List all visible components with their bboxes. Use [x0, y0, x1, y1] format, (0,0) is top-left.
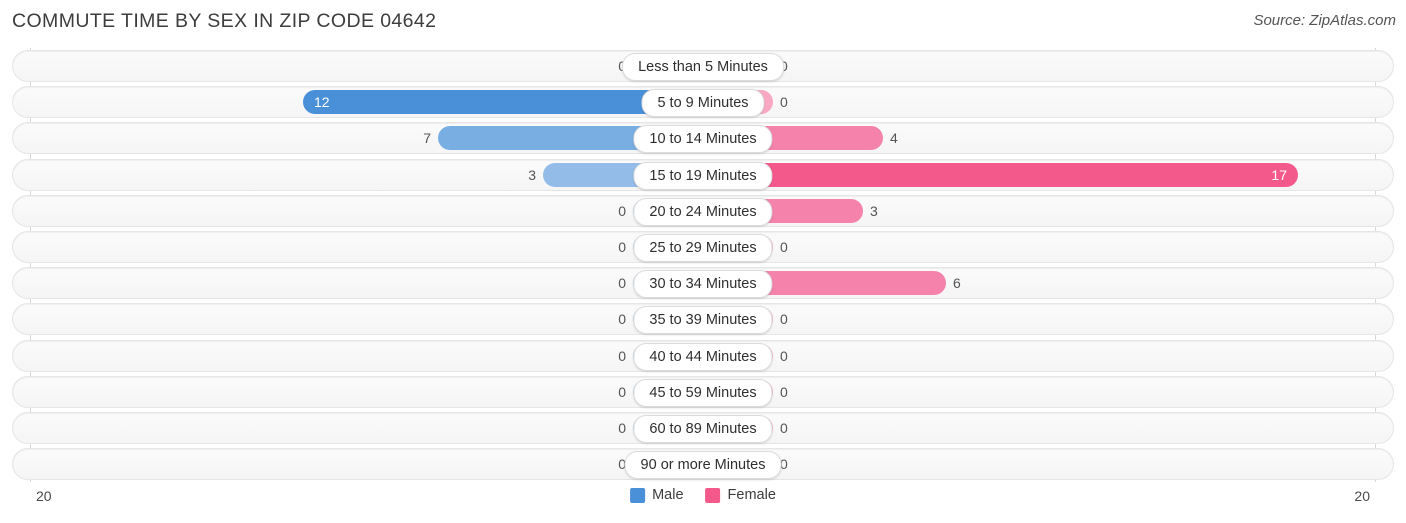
category-label: 25 to 29 Minutes	[633, 234, 773, 262]
page-title: COMMUTE TIME BY SEX IN ZIP CODE 04642	[12, 10, 437, 32]
table-row: 0 0 25 to 29 Minutes	[12, 231, 1394, 263]
category-label: 90 or more Minutes	[624, 451, 782, 480]
bar-value-male: 0	[618, 311, 626, 328]
category-label: 40 to 44 Minutes	[633, 342, 773, 371]
bar-value-male: 7	[423, 130, 431, 147]
legend-item[interactable]: Female	[705, 487, 776, 503]
table-row: 0 0 45 to 59 Minutes	[12, 375, 1394, 408]
legend-swatch-icon	[705, 487, 721, 503]
table-row: 0 0 90 or more Minutes	[12, 448, 1394, 481]
chart-root: COMMUTE TIME BY SEX IN ZIP CODE 04642 So…	[0, 0, 1406, 523]
table-row: 7 4 10 to 14 Minutes	[12, 122, 1394, 155]
table-row: 00Less than 5 Minutes	[12, 50, 1394, 82]
axis-tick-left: 20	[36, 488, 52, 504]
category-label: Less than 5 Minutes	[622, 53, 784, 81]
table-row: 0 6 30 to 34 Minutes	[12, 267, 1394, 300]
category-label: 30 to 34 Minutes	[633, 270, 773, 299]
bar-value-male: 12	[314, 94, 330, 111]
legend-label: Male	[652, 487, 684, 503]
bar-value-female: 0	[780, 311, 788, 328]
bar-female[interactable]: 17	[703, 162, 1298, 187]
table-row: 0 0 40 to 44 Minutes	[12, 339, 1394, 372]
bar-value-female: 0	[780, 383, 788, 400]
bar-value-male: 0	[618, 420, 626, 436]
bar-value-female: 0	[780, 94, 788, 111]
table-row: 0 0 35 to 39 Minutes	[12, 303, 1394, 336]
axis-tick-right: 20	[1354, 488, 1370, 504]
category-label: 20 to 24 Minutes	[633, 197, 773, 226]
table-row: 0 3 20 to 24 Minutes	[12, 194, 1394, 227]
bar-value-male: 0	[618, 275, 626, 292]
bar-value-male: 3	[528, 166, 536, 183]
category-label: 60 to 89 Minutes	[633, 415, 773, 443]
table-row: 3 17 15 to 19 Minutes	[12, 158, 1394, 191]
bar-value-female: 3	[870, 202, 878, 219]
source-attribution: Source: ZipAtlas.com	[1253, 12, 1396, 29]
table-row: 12 0 5 to 9 Minutes	[12, 86, 1394, 119]
bar-value-male: 0	[618, 347, 626, 364]
legend-swatch-icon	[630, 487, 646, 503]
legend-item[interactable]: Male	[630, 487, 684, 503]
chart-footer: 20 20 Male Female	[0, 482, 1406, 523]
table-row: 0 0 60 to 89 Minutes	[12, 412, 1394, 444]
bar-value-female: 17	[1271, 166, 1287, 183]
bar-value-female: 0	[780, 239, 788, 255]
category-label: 45 to 59 Minutes	[633, 378, 773, 407]
category-label: 35 to 39 Minutes	[633, 306, 773, 335]
bar-value-male: 0	[618, 383, 626, 400]
bar-value-male: 0	[618, 239, 626, 255]
chart-header: COMMUTE TIME BY SEX IN ZIP CODE 04642 So…	[0, 0, 1406, 44]
bar-value-female: 0	[780, 420, 788, 436]
bar-value-female: 6	[953, 275, 961, 292]
category-label: 10 to 14 Minutes	[633, 125, 773, 154]
category-label: 15 to 19 Minutes	[633, 161, 773, 190]
bar-value-female: 4	[890, 130, 898, 147]
chart-legend: Male Female	[630, 487, 776, 503]
legend-label: Female	[727, 487, 776, 503]
bar-value-female: 0	[780, 347, 788, 364]
bar-value-male: 0	[618, 202, 626, 219]
plot-area: 00Less than 5 Minutes1205 to 9 Minutes74…	[0, 48, 1406, 482]
category-label: 5 to 9 Minutes	[641, 89, 765, 118]
